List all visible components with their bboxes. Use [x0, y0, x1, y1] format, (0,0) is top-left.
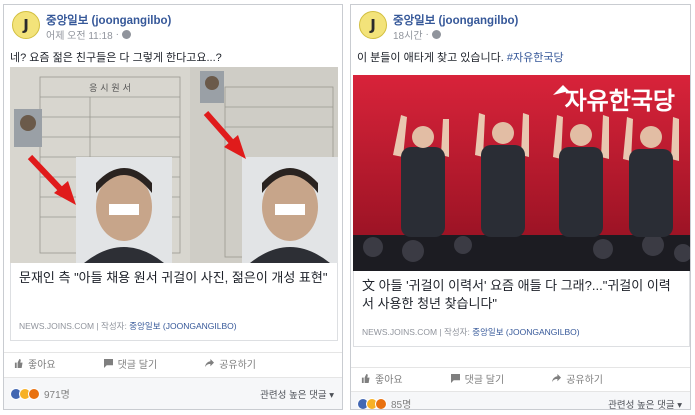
banner-text: 자유한국당: [565, 87, 675, 115]
like-button[interactable]: 좋아요: [14, 356, 56, 371]
share-button[interactable]: 공유하기: [205, 356, 256, 371]
post-image[interactable]: 자유한국당: [353, 75, 690, 271]
page-name-link[interactable]: 중앙일보 (joongangilbo): [393, 12, 518, 28]
angry-reaction-icon: [375, 397, 387, 409]
comment-button[interactable]: 댓글 달기: [450, 371, 505, 386]
link-preview[interactable]: 문재인 측 "아들 채용 원서 귀걸이 사진, 젊은이 개성 표현" NEWS.…: [10, 263, 338, 341]
post-timestamp[interactable]: 어제 오전 11:18: [46, 27, 113, 42]
comment-label: 댓글 달기: [464, 375, 505, 386]
link-author[interactable]: 중앙일보 (JOONGANGILBO): [129, 321, 236, 331]
globe-icon: [431, 30, 441, 39]
post-header: J 중앙일보 (joongangilbo) 어제 오전 11:18 ·: [4, 5, 342, 45]
like-button[interactable]: 좋아요: [361, 371, 403, 386]
reaction-count[interactable]: 971명: [44, 386, 70, 401]
post-header: J 중앙일보 (joongangilbo) 18시간 ·: [351, 5, 690, 45]
share-icon: [205, 359, 215, 368]
dropdown-caret-icon: ▾: [329, 390, 334, 401]
globe-icon: [121, 30, 131, 39]
share-icon: [552, 374, 562, 383]
form-title: 응 시 원 서: [89, 83, 131, 94]
link-preview[interactable]: 文 아들 '귀걸이 이력서' 요즘 애들 다 그래?..."귀걸이 이력서 사용…: [353, 271, 690, 347]
link-author[interactable]: 중앙일보 (JOONGANGILBO): [472, 327, 579, 337]
post-text-body: 이 분들이 애타게 찾고 있습니다.: [357, 52, 504, 64]
link-source: NEWS.JOINS.COM | 작성자: 중앙일보 (JOONGANGILBO…: [19, 321, 237, 331]
sort-label: 관련성 높은 댓글: [260, 390, 327, 401]
post-card-left: J 중앙일보 (joongangilbo) 어제 오전 11:18 · 네? 요…: [3, 4, 343, 410]
reaction-footer: 971명 관련성 높은 댓글 ▾: [4, 377, 342, 409]
dropdown-caret-icon: ▾: [677, 400, 682, 410]
post-meta: 18시간 ·: [393, 27, 441, 42]
link-title[interactable]: 문재인 측 "아들 채용 원서 귀걸이 사진, 젊은이 개성 표현": [19, 269, 329, 287]
post-meta: 어제 오전 11:18 ·: [46, 27, 131, 42]
link-source: NEWS.JOINS.COM | 작성자: 중앙일보 (JOONGANGILBO…: [362, 327, 580, 337]
share-label: 공유하기: [566, 375, 604, 386]
comment-icon: [450, 374, 460, 383]
post-text: 네? 요즘 젊은 친구들은 다 그렇게 한다고요...?: [10, 52, 222, 64]
page-avatar[interactable]: J: [12, 11, 40, 39]
link-title[interactable]: 文 아들 '귀걸이 이력서' 요즘 애들 다 그래?..."귀걸이 이력서 사용…: [362, 277, 681, 313]
link-domain: NEWS.JOINS.COM: [362, 327, 438, 337]
reaction-count[interactable]: 85명: [391, 396, 411, 409]
post-image[interactable]: 응 시 원 서: [10, 67, 338, 263]
comment-sort-dropdown[interactable]: 관련성 높은 댓글 ▾: [608, 397, 682, 410]
comment-button[interactable]: 댓글 달기: [103, 356, 158, 371]
like-label: 좋아요: [375, 375, 403, 386]
comment-label: 댓글 달기: [117, 360, 158, 371]
comment-sort-dropdown[interactable]: 관련성 높은 댓글 ▾: [260, 387, 334, 401]
reaction-footer: 85명 관련성 높은 댓글 ▾: [351, 391, 690, 410]
page-avatar[interactable]: J: [359, 11, 387, 39]
link-domain: NEWS.JOINS.COM: [19, 321, 95, 331]
comment-icon: [103, 359, 113, 368]
share-button[interactable]: 공유하기: [552, 371, 603, 386]
reaction-summary[interactable]: 85명: [357, 396, 411, 409]
post-card-right: J 중앙일보 (joongangilbo) 18시간 · 이 분들이 애타게 찾…: [350, 4, 691, 410]
like-icon: [14, 359, 23, 368]
like-label: 좋아요: [28, 360, 56, 371]
post-text: 이 분들이 애타게 찾고 있습니다. #자유한국당: [357, 49, 564, 65]
post-timestamp[interactable]: 18시간: [393, 27, 423, 42]
action-bar: 좋아요 댓글 달기 공유하기: [4, 352, 342, 374]
like-icon: [361, 374, 370, 383]
reaction-summary[interactable]: 971명: [10, 386, 70, 401]
page-name-link[interactable]: 중앙일보 (joongangilbo): [46, 12, 171, 28]
sort-label: 관련성 높은 댓글: [608, 400, 675, 410]
share-label: 공유하기: [219, 360, 257, 371]
link-author-label: 작성자:: [101, 321, 127, 331]
action-bar: 좋아요 댓글 달기 공유하기: [351, 367, 690, 389]
avatar-letter: J: [23, 16, 29, 34]
hashtag-link[interactable]: #자유한국당: [507, 52, 564, 64]
angry-reaction-icon: [28, 387, 40, 400]
link-author-label: 작성자:: [444, 327, 470, 337]
avatar-letter: J: [370, 16, 376, 34]
